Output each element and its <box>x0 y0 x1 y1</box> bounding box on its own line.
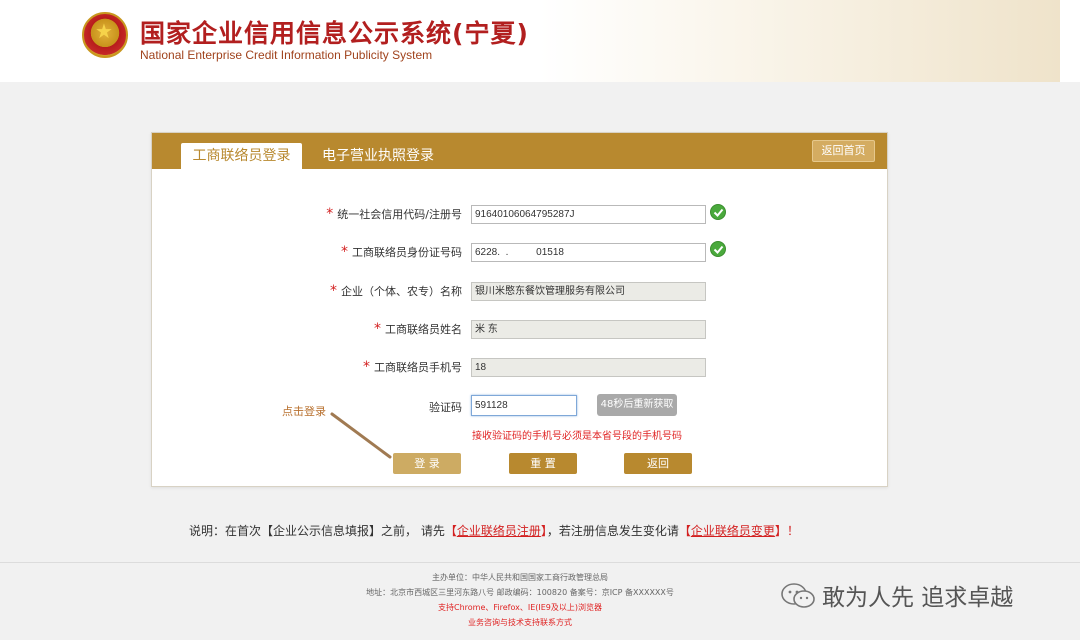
required-star-icon: * <box>363 359 370 375</box>
site-subtitle: National Enterprise Credit Information P… <box>140 48 433 62</box>
site-title-region: (宁夏) <box>452 19 529 48</box>
wechat-icon <box>781 583 815 608</box>
login-tab-bar: 工商联络员登录 电子营业执照登录 返回首页 <box>152 133 887 170</box>
valid-check-icon <box>710 241 726 257</box>
resend-code-button[interactable]: 48秒后重新获取 <box>597 394 677 416</box>
contact-name-field: 米 东 <box>471 320 706 339</box>
phone-region-hint: 接收验证码的手机号必须是本省号段的手机号码 <box>472 431 682 442</box>
id-number-label: * 工商联络员身份证号码 <box>341 244 462 260</box>
header-mountain-illustration <box>540 0 1060 82</box>
national-emblem-icon: ★ <box>82 12 128 58</box>
site-header: ★ 国家企业信用信息公示系统(宁夏) National Enterprise C… <box>0 0 1080 82</box>
contact-change-link[interactable]: 企业联络员变更 <box>691 524 775 538</box>
site-title-main: 国家企业信用信息公示系统 <box>140 19 453 48</box>
credit-code-label: * 统一社会信用代码/注册号 <box>326 206 462 222</box>
phone-label: * 工商联络员手机号 <box>363 359 462 375</box>
contact-name-label: * 工商联络员姓名 <box>374 321 462 337</box>
tab-electronic-license-login[interactable]: 电子营业执照登录 <box>322 145 434 167</box>
required-star-icon: * <box>330 283 337 299</box>
annotation-arrow <box>330 412 392 459</box>
wechat-slogan: 敢为人先 追求卓越 <box>822 585 1014 611</box>
click-login-annotation: 点击登录 <box>282 405 326 418</box>
notice-prefix: 说明：在首次【企业公示信息填报】之前， 请先 <box>189 524 445 538</box>
footer-support-link[interactable]: 业务咨询与技术支持联系方式 <box>0 615 1060 630</box>
id-number-input[interactable] <box>471 243 706 262</box>
back-button[interactable]: 返回 <box>624 453 692 474</box>
phone-field: 18 <box>471 358 706 377</box>
login-panel: 工商联络员登录 电子营业执照登录 返回首页 *统一社会信用代码/注册号 *工商联… <box>151 132 888 487</box>
tab-contact-login[interactable]: 工商联络员登录 <box>181 143 302 170</box>
required-star-icon: * <box>374 321 381 337</box>
required-star-icon: * <box>326 206 334 222</box>
valid-check-icon <box>710 204 726 220</box>
back-home-button[interactable]: 返回首页 <box>812 140 875 162</box>
notice-suffix: ！ <box>786 524 799 538</box>
credit-code-input[interactable] <box>471 205 706 224</box>
required-star-icon: * <box>341 244 348 260</box>
verify-code-input[interactable] <box>471 395 577 416</box>
login-button[interactable]: 登 录 <box>393 453 461 474</box>
company-name-field: 银川米愍东餐饮管理服务有限公司 <box>471 282 706 301</box>
reset-button[interactable]: 重 置 <box>509 453 577 474</box>
footer-divider <box>0 562 1080 563</box>
notice-middle: ，若注册信息发生变化请 <box>546 524 679 538</box>
site-title: 国家企业信用信息公示系统(宁夏) <box>140 14 529 50</box>
company-name-label: * 企业（个体、农专）名称 <box>330 283 462 299</box>
contact-register-link[interactable]: 企业联络员注册 <box>457 524 541 538</box>
instruction-notice: 说明：在首次【企业公示信息填报】之前， 请先【企业联络员注册】，若注册信息发生变… <box>189 524 799 538</box>
emblem-star-icon: ★ <box>95 19 113 43</box>
